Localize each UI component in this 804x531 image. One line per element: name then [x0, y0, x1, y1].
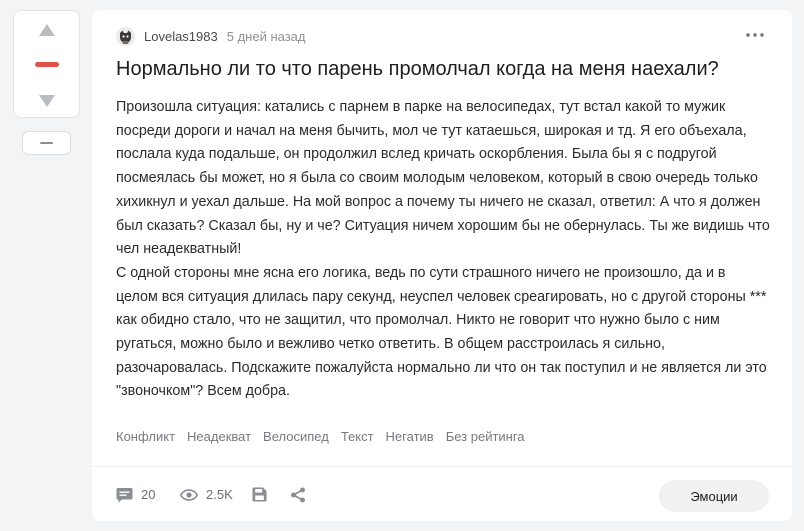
save-icon [252, 487, 267, 502]
views-counter: 2.5K [180, 467, 233, 521]
comments-count: 20 [141, 487, 156, 502]
comments-button[interactable]: 20 [116, 467, 155, 521]
post-body: Произошла ситуация: катались с парнем в … [116, 96, 771, 404]
share-icon [291, 487, 305, 502]
author-name[interactable]: Lovelas1983 [144, 29, 218, 44]
tag-item[interactable]: Без рейтинга [446, 429, 525, 444]
avatar[interactable] [116, 26, 135, 46]
post-card: Lovelas1983 5 дней назад Нормально ли то… [92, 10, 792, 521]
tag-item[interactable]: Неадекват [187, 429, 251, 444]
tag-item[interactable]: Велосипед [263, 429, 329, 444]
post-header: Lovelas1983 5 дней назад [116, 25, 305, 47]
post-content: Lovelas1983 5 дней назад Нормально ли то… [92, 10, 792, 466]
eye-icon [180, 488, 198, 501]
views-count: 2.5K [206, 487, 233, 502]
triangle-up-icon [38, 24, 55, 36]
post-title[interactable]: Нормально ли то что парень промолчал ког… [116, 55, 766, 83]
tag-item[interactable]: Текст [341, 429, 374, 444]
more-options-button[interactable] [745, 27, 765, 43]
post-time: 5 дней назад [226, 28, 306, 44]
vote-panel [13, 10, 80, 118]
emotions-button[interactable]: Эмоции [659, 480, 769, 512]
post-footer: 20 2.5K Эмоции [92, 466, 792, 521]
downvote-button[interactable] [14, 86, 79, 116]
upvote-button[interactable] [14, 15, 79, 45]
minus-icon [40, 142, 53, 144]
more-dots-icon [746, 33, 764, 37]
triangle-down-icon [38, 95, 55, 107]
share-button[interactable] [290, 467, 306, 521]
avatar-icon [116, 26, 135, 46]
post-paragraph: С одной стороны мне ясна его логика, вед… [116, 264, 767, 400]
save-button[interactable] [252, 467, 267, 521]
rating-indicator [35, 62, 59, 67]
collapse-post-button[interactable] [22, 131, 71, 155]
post-paragraph: Произошла ситуация: катались с парнем в … [116, 99, 770, 258]
tag-item[interactable]: Негатив [386, 429, 434, 444]
tag-item[interactable]: Конфликт [116, 429, 175, 444]
tag-list: Конфликт Неадекват Велосипед Текст Негат… [116, 429, 525, 444]
comment-icon [116, 487, 133, 502]
